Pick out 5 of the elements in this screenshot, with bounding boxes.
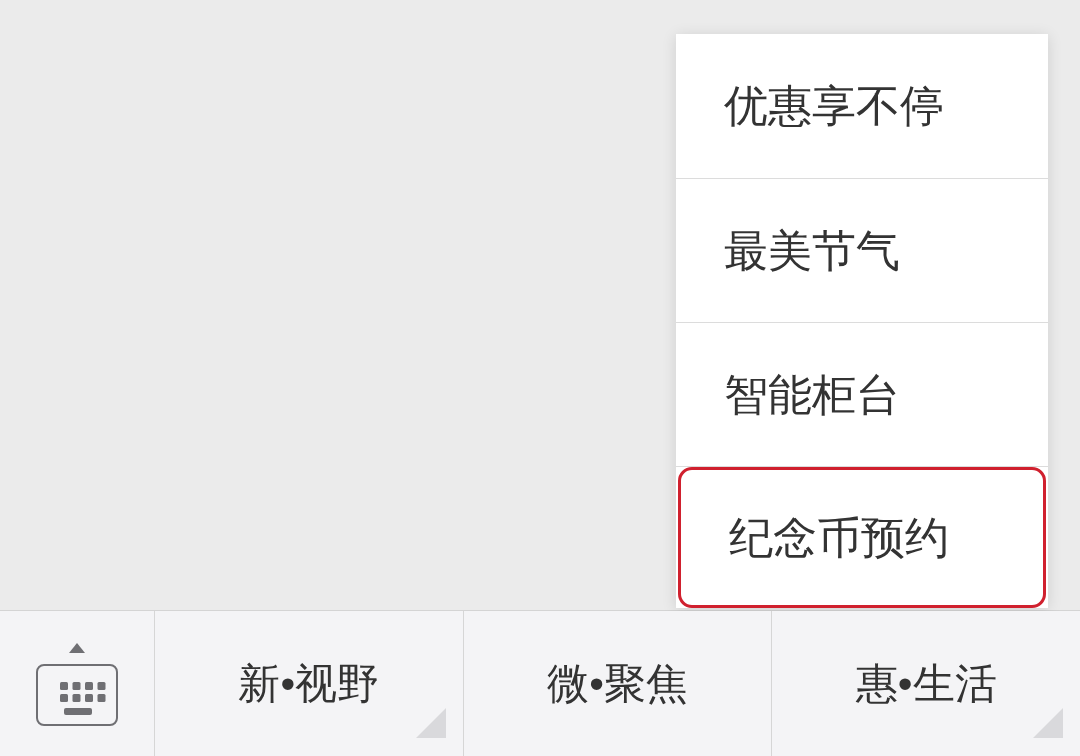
menu-item[interactable]: 纪念币预约 <box>678 467 1046 608</box>
menu-item[interactable]: 最美节气 <box>676 179 1048 323</box>
menu-item[interactable]: 优惠享不停 <box>676 34 1048 179</box>
menu-item[interactable]: 智能柜台 <box>676 323 1048 467</box>
keyboard-icon <box>36 641 118 726</box>
